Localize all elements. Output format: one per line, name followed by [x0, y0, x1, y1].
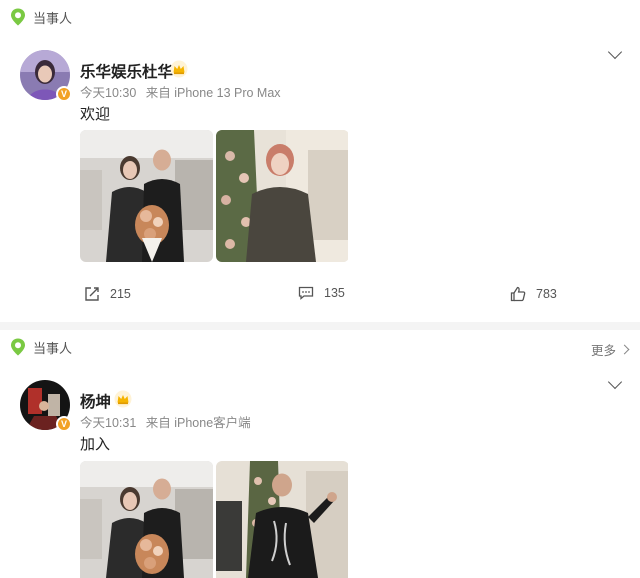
weibo-post-1: 当事人 V 乐华娱乐杜华 今天10:30 来自 iPhone 13 Pro Ma…: [0, 0, 640, 322]
author-avatar[interactable]: V: [20, 380, 72, 432]
crown-icon: [170, 60, 188, 78]
post-source: 来自 iPhone 13 Pro Max: [145, 86, 281, 100]
tag-label: 当事人: [33, 340, 73, 356]
party-tag[interactable]: 当事人: [10, 8, 72, 26]
like-button[interactable]: 783: [510, 286, 557, 302]
post-time: 今天10:30: [80, 86, 137, 100]
post-photo-1[interactable]: [80, 461, 213, 578]
verified-badge-icon: V: [56, 86, 72, 102]
location-pin-icon: [11, 8, 25, 26]
party-tag[interactable]: 当事人: [10, 338, 72, 356]
post-text: 加入: [80, 436, 111, 453]
post-meta: 今天10:31 来自 iPhone客户端: [80, 412, 251, 431]
post-photo-2[interactable]: [216, 130, 349, 262]
post-text: 欢迎: [80, 106, 111, 123]
verified-badge-icon: V: [56, 416, 72, 432]
post-divider: [0, 322, 640, 330]
chevron-right-icon: [619, 344, 630, 355]
author-avatar[interactable]: V: [20, 50, 72, 102]
expand-caret-icon[interactable]: [607, 44, 623, 60]
crown-icon: [114, 390, 132, 408]
post-actions: 215 135 783: [0, 286, 640, 306]
post-photo-1[interactable]: [80, 130, 213, 262]
comment-count: 135: [324, 286, 345, 300]
author-name[interactable]: 杨坤: [80, 390, 111, 412]
repost-count: 215: [110, 287, 131, 301]
expand-caret-icon[interactable]: [607, 374, 623, 390]
weibo-post-2: 当事人 更多 V 杨坤 今天10:31 来自 iPhone客户端 加入: [0, 330, 640, 578]
tag-label: 当事人: [33, 10, 73, 26]
repost-button[interactable]: 215: [84, 286, 131, 302]
location-pin-icon: [11, 338, 25, 356]
like-count: 783: [536, 287, 557, 301]
more-label: 更多: [590, 344, 616, 358]
post-time: 今天10:31: [80, 416, 137, 430]
repost-icon: [85, 287, 99, 301]
comment-icon: [298, 286, 314, 300]
author-name[interactable]: 乐华娱乐杜华: [80, 60, 173, 82]
post-photo-2[interactable]: [216, 461, 349, 578]
comment-button[interactable]: 135: [298, 286, 345, 300]
like-icon: [510, 286, 526, 302]
post-meta: 今天10:30 来自 iPhone 13 Pro Max: [80, 82, 281, 101]
post-source: 来自 iPhone客户端: [145, 416, 251, 430]
more-link[interactable]: 更多: [590, 340, 630, 359]
